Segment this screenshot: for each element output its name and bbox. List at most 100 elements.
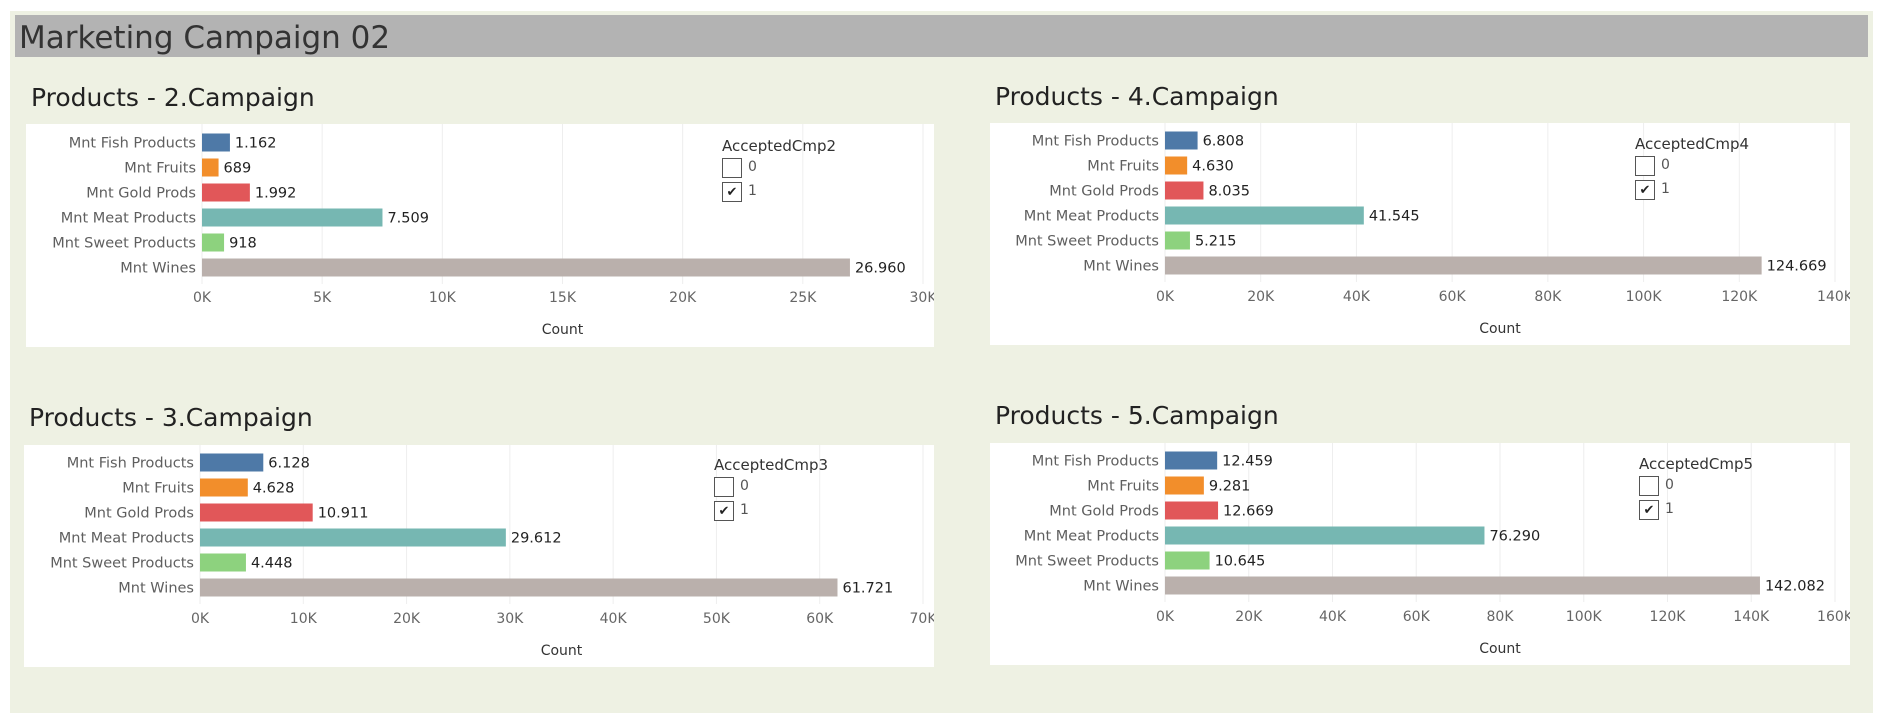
bar-mnt-meat-products[interactable]	[200, 528, 506, 547]
category-label: Mnt Sweet Products	[1015, 234, 1159, 250]
category-label: Mnt Fish Products	[67, 456, 194, 472]
filter-checkbox-0[interactable]	[714, 477, 734, 497]
x-tick-label: 20K	[1247, 289, 1275, 305]
x-tick-label: 0K	[1156, 289, 1175, 305]
legend-campaign-2: AcceptedCmp2 0 ✔ 1	[722, 137, 836, 206]
data-label: 918	[229, 236, 257, 252]
x-axis-title: Count	[542, 322, 584, 338]
filter-label-0: 0	[748, 159, 757, 175]
x-tick-label: 25K	[789, 290, 817, 306]
legend-filter-item-0[interactable]: 0	[1635, 156, 1749, 180]
bar-mnt-wines[interactable]	[1165, 576, 1760, 595]
x-tick-label: 160K	[1817, 609, 1850, 625]
bar-mnt-fruits[interactable]	[1165, 476, 1204, 495]
dashboard-title: Marketing Campaign 02	[19, 20, 391, 56]
data-label: 689	[224, 161, 252, 177]
bar-mnt-sweet-products[interactable]	[1165, 231, 1190, 250]
x-tick-label: 60K	[1439, 289, 1467, 305]
category-label: Mnt Meat Products	[1024, 529, 1159, 545]
data-label: 12.669	[1223, 504, 1274, 520]
bar-mnt-sweet-products[interactable]	[202, 233, 225, 252]
category-label: Mnt Fruits	[1087, 479, 1159, 495]
data-label: 6.808	[1203, 134, 1245, 150]
x-tick-label: 50K	[703, 611, 731, 627]
legend-filter-item-1[interactable]: ✔ 1	[1635, 180, 1749, 204]
filter-checkbox-1[interactable]: ✔	[722, 182, 742, 202]
data-label: 9.281	[1209, 479, 1251, 495]
x-axis-title: Count	[541, 643, 583, 659]
bar-mnt-meat-products[interactable]	[1165, 206, 1364, 225]
x-tick-label: 0K	[193, 290, 212, 306]
data-label: 10.911	[318, 506, 369, 522]
filter-label-0: 0	[1665, 477, 1674, 493]
data-label: 76.290	[1489, 529, 1540, 545]
filter-checkbox-1[interactable]: ✔	[714, 501, 734, 521]
data-label: 4.628	[253, 481, 295, 497]
x-tick-label: 15K	[549, 290, 577, 306]
filter-checkbox-0[interactable]	[722, 158, 742, 178]
legend-title: AcceptedCmp5	[1639, 455, 1754, 473]
x-tick-label: 10K	[290, 611, 318, 627]
legend-title: AcceptedCmp3	[714, 456, 829, 474]
filter-checkbox-0[interactable]	[1639, 476, 1659, 496]
legend-filter-item-1[interactable]: ✔ 1	[1639, 500, 1753, 524]
bar-mnt-fruits[interactable]	[1165, 156, 1188, 175]
legend-filter-item-1[interactable]: ✔ 1	[714, 501, 828, 525]
legend-filter-item-1[interactable]: ✔ 1	[722, 182, 836, 206]
category-label: Mnt Gold Prods	[1049, 504, 1159, 520]
x-tick-label: 100K	[1566, 609, 1603, 625]
data-label: 29.612	[511, 531, 562, 547]
category-label: Mnt Wines	[1083, 579, 1159, 595]
data-label: 1.992	[255, 186, 297, 202]
data-label: 10.645	[1215, 554, 1266, 570]
bar-mnt-gold-prods[interactable]	[202, 183, 250, 202]
bar-mnt-wines[interactable]	[200, 578, 838, 597]
category-label: Mnt Sweet Products	[50, 556, 194, 572]
chart-panel-campaign-4: Mnt Fish Products 6.808 Mnt Fruits 4.630 Mnt…	[990, 123, 1850, 345]
bar-mnt-fish-products[interactable]	[202, 133, 230, 152]
filter-label-0: 0	[1661, 157, 1670, 173]
bar-mnt-meat-products[interactable]	[202, 208, 383, 227]
data-label: 1.162	[235, 136, 277, 152]
chart-panel-campaign-2: Mnt Fish Products 1.162 Mnt Fruits 689 Mnt G…	[26, 124, 934, 347]
bar-mnt-fruits[interactable]	[200, 478, 248, 497]
bar-mnt-sweet-products[interactable]	[200, 553, 246, 572]
legend-filter-item-0[interactable]: 0	[714, 477, 828, 501]
category-label: Mnt Fish Products	[1032, 454, 1159, 470]
legend-title: AcceptedCmp4	[1635, 135, 1750, 153]
bar-mnt-sweet-products[interactable]	[1165, 551, 1210, 570]
bar-mnt-gold-prods[interactable]	[1165, 501, 1219, 520]
dashboard-title-bar: Marketing Campaign 02	[15, 15, 1868, 57]
x-tick-label: 20K	[1235, 609, 1263, 625]
x-tick-label: 120K	[1650, 609, 1687, 625]
filter-checkbox-1[interactable]: ✔	[1639, 500, 1659, 520]
bar-mnt-fish-products[interactable]	[200, 453, 264, 472]
bar-mnt-wines[interactable]	[1165, 256, 1762, 275]
data-label: 7.509	[387, 211, 429, 227]
bar-mnt-gold-prods[interactable]	[200, 503, 313, 522]
x-tick-label: 20K	[393, 611, 421, 627]
category-label: Mnt Fish Products	[1032, 134, 1159, 150]
bar-mnt-fish-products[interactable]	[1165, 451, 1218, 470]
filter-checkbox-1[interactable]: ✔	[1635, 180, 1655, 200]
category-label: Mnt Sweet Products	[52, 236, 196, 252]
x-tick-label: 80K	[1534, 289, 1562, 305]
legend-filter-item-0[interactable]: 0	[1639, 476, 1753, 500]
x-tick-label: 20K	[669, 290, 697, 306]
filter-checkbox-0[interactable]	[1635, 156, 1655, 176]
chart-panel-campaign-5: Mnt Fish Products 12.459 Mnt Fruits 9.281 Mn…	[990, 443, 1850, 665]
category-label: Mnt Fruits	[124, 161, 196, 177]
panel-title-campaign-5: Products - 5.Campaign	[995, 401, 1279, 430]
bar-mnt-fruits[interactable]	[202, 158, 219, 177]
category-label: Mnt Fish Products	[69, 136, 196, 152]
legend-campaign-5: AcceptedCmp5 0 ✔ 1	[1639, 455, 1753, 524]
category-label: Mnt Gold Prods	[1049, 184, 1159, 200]
legend-filter-item-0[interactable]: 0	[722, 158, 836, 182]
bar-mnt-gold-prods[interactable]	[1165, 181, 1204, 200]
x-tick-label: 0K	[1156, 609, 1175, 625]
x-tick-label: 60K	[806, 611, 834, 627]
bar-mnt-wines[interactable]	[202, 258, 850, 277]
bar-mnt-fish-products[interactable]	[1165, 131, 1198, 150]
bar-mnt-meat-products[interactable]	[1165, 526, 1485, 545]
data-label: 12.459	[1222, 454, 1273, 470]
